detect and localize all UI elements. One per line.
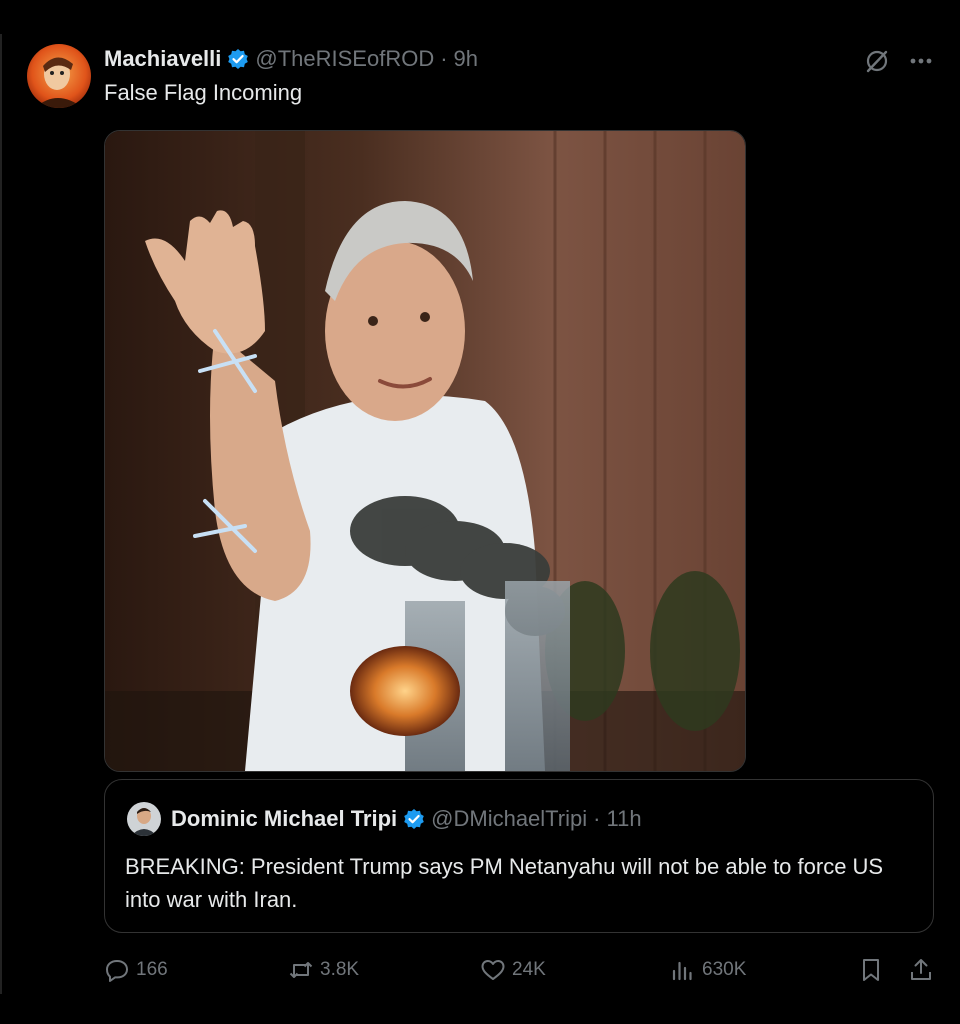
- reply-icon: [106, 960, 128, 982]
- tweet[interactable]: Machiavelli @TheRISEofROD · 9h False Fla…: [0, 0, 960, 1024]
- quoted-tweet[interactable]: Dominic Michael Tripi @DMichaelTripi · 1…: [104, 779, 934, 933]
- share-button[interactable]: [908, 952, 934, 988]
- more-icon[interactable]: [906, 46, 936, 76]
- quoted-tweet-text: BREAKING: President Trump says PM Netany…: [125, 854, 884, 912]
- action-bar: 166 3.8K 24K 630K: [104, 952, 944, 988]
- meme-photo: [105, 131, 745, 771]
- author-handle[interactable]: @TheRISEofROD: [255, 46, 434, 72]
- tweet-image[interactable]: [104, 130, 746, 772]
- verified-badge-icon: [228, 49, 249, 69]
- quoted-tweet-header: Dominic Michael Tripi @DMichaelTripi · 1…: [171, 804, 642, 834]
- bookmark-icon: [863, 959, 879, 981]
- reply-button[interactable]: 166: [104, 952, 168, 988]
- reply-count: 166: [136, 959, 168, 980]
- views-count: 630K: [702, 959, 747, 980]
- tweet-header: Machiavelli @TheRISEofROD · 9h: [104, 44, 478, 74]
- repost-button[interactable]: 3.8K: [288, 952, 359, 988]
- like-button[interactable]: 24K: [480, 952, 546, 988]
- quoted-author-name[interactable]: Dominic Michael Tripi: [171, 806, 397, 832]
- bookmark-button[interactable]: [858, 952, 884, 988]
- quoted-author-handle[interactable]: @DMichaelTripi: [431, 806, 587, 832]
- repost-icon: [289, 962, 313, 978]
- separator-dot: ·: [593, 806, 601, 831]
- tweet-timestamp[interactable]: 9h: [454, 46, 478, 72]
- author-name[interactable]: Machiavelli: [104, 46, 221, 72]
- share-icon: [911, 959, 931, 980]
- views-icon: [672, 961, 692, 981]
- separator-dot: ·: [440, 46, 448, 71]
- repost-count: 3.8K: [320, 959, 360, 980]
- verified-badge-icon: [404, 809, 424, 829]
- views-button[interactable]: 630K: [670, 952, 746, 988]
- grok-icon[interactable]: [862, 46, 892, 76]
- like-count: 24K: [512, 959, 546, 980]
- quoted-author-avatar[interactable]: [127, 802, 161, 836]
- tweet-text: False Flag Incoming: [104, 80, 303, 105]
- author-avatar[interactable]: [27, 44, 91, 108]
- like-icon: [481, 960, 505, 980]
- quoted-tweet-timestamp[interactable]: 11h: [606, 806, 641, 832]
